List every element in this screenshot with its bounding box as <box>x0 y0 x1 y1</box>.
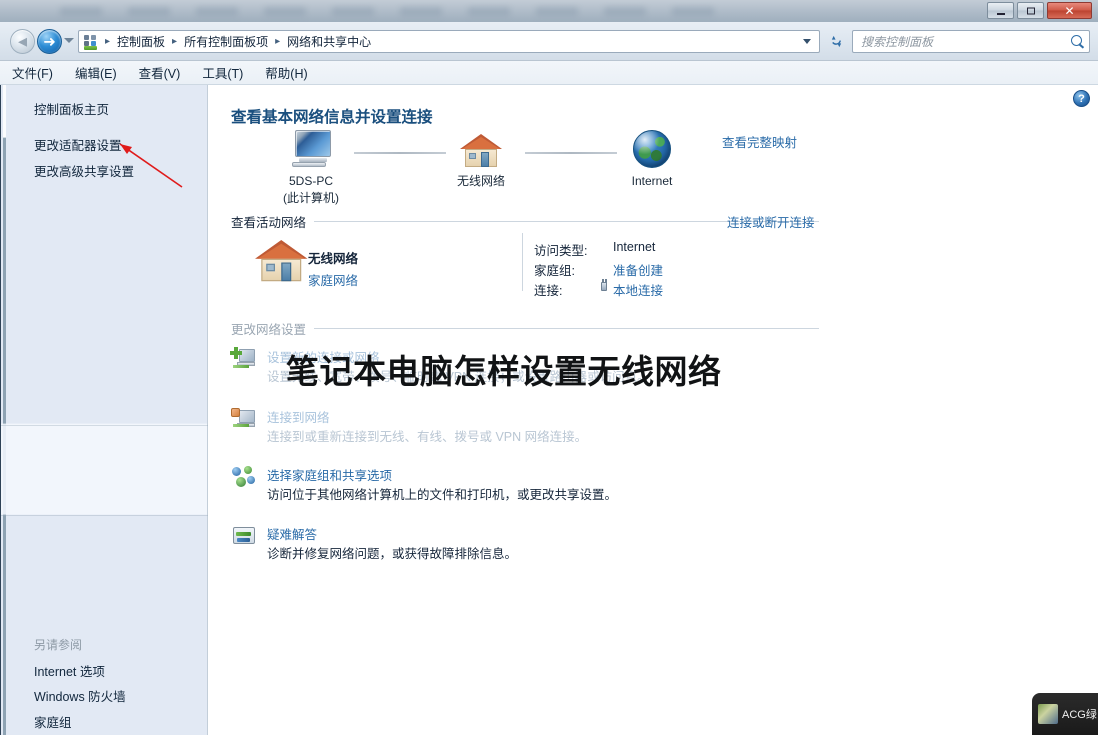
refresh-button[interactable] <box>824 30 848 53</box>
troubleshoot-icon <box>231 524 257 548</box>
map-node-sublabel: (此计算机) <box>283 191 339 206</box>
sidebar-item-windows-firewall[interactable]: Windows 防火墙 <box>34 686 126 705</box>
menu-item-edit[interactable]: 编辑(E) <box>75 63 117 82</box>
menu-item-view[interactable]: 查看(V) <box>139 63 181 82</box>
breadcrumb-item-1[interactable]: 所有控制面板项 <box>180 31 272 52</box>
detail-label-homegroup: 家庭组: <box>534 264 575 278</box>
map-node-label: 无线网络 <box>456 174 505 188</box>
breadcrumb-separator: ▸ <box>275 36 281 47</box>
change-settings-header: 更改网络设置 <box>231 319 819 338</box>
close-icon: ✕ <box>1064 3 1075 18</box>
history-dropdown-icon[interactable] <box>64 38 74 43</box>
close-button[interactable]: ✕ <box>1047 2 1092 19</box>
menu-item-help[interactable]: 帮助(H) <box>265 63 307 82</box>
menu-item-file[interactable]: 文件(F) <box>12 63 53 82</box>
search-input[interactable]: 搜索控制面板 <box>852 30 1090 53</box>
active-networks-title: 查看活动网络 <box>231 216 307 230</box>
map-node-label: Internet <box>631 174 673 188</box>
breadcrumb[interactable]: ▸ 控制面板 ▸ 所有控制面板项 ▸ 网络和共享中心 <box>78 30 820 53</box>
active-network-name: 无线网络 <box>308 252 359 266</box>
back-button[interactable]: ◄ <box>10 29 35 54</box>
sidebar-item-control-panel-home[interactable]: 控制面板主页 <box>34 99 109 118</box>
task-link[interactable]: 连接到网络 <box>267 407 330 426</box>
map-node-label: 5DS-PC <box>288 174 333 188</box>
detail-label-connections: 连接: <box>534 284 563 298</box>
breadcrumb-separator: ▸ <box>105 36 111 47</box>
details-divider <box>522 233 523 291</box>
detail-value-local-connection-link[interactable]: 本地连接 <box>613 280 663 299</box>
new-connection-icon <box>230 347 257 371</box>
connect-network-icon <box>231 407 257 431</box>
breadcrumb-separator: ▸ <box>172 36 178 47</box>
map-node-internet[interactable]: Internet <box>592 130 712 189</box>
navigation-bar: ◄ ➜ ▸ 控制面板 ▸ 所有控制面板项 ▸ 网络和共享中心 搜索控制面板 <box>0 22 1098 61</box>
view-full-map-link[interactable]: 查看完整映射 <box>722 132 797 151</box>
plug-icon <box>599 279 609 293</box>
maximize-button[interactable] <box>1017 2 1044 19</box>
active-network-icon-wrap <box>249 235 308 283</box>
breadcrumb-item-0[interactable]: 控制面板 <box>113 31 169 52</box>
browser-chrome-strip: ✕ <box>0 0 1098 22</box>
help-icon[interactable]: ? <box>1073 90 1090 107</box>
watermark-text: ACG绿 <box>1062 709 1097 721</box>
see-also-header: 另请参阅 <box>34 638 83 652</box>
globe-icon <box>633 130 671 168</box>
breadcrumb-item-2[interactable]: 网络和共享中心 <box>283 31 375 52</box>
chevron-down-icon[interactable] <box>803 39 811 44</box>
app-window: ✕ ◄ ➜ ▸ 控制面板 ▸ 所有控制面板项 ▸ 网络和共享中心 搜索控制面板 … <box>0 0 1098 735</box>
task-link[interactable]: 疑难解答 <box>267 524 317 543</box>
homegroup-icon <box>231 465 257 489</box>
detail-label-access-type: 访问类型: <box>534 244 588 258</box>
detail-value-access-type: Internet <box>613 240 656 254</box>
blurred-tabs <box>60 2 920 20</box>
sidebar-item-homegroup[interactable]: 家庭组 <box>34 712 72 731</box>
red-arrow-icon <box>119 143 183 188</box>
change-settings-title: 更改网络设置 <box>231 323 307 337</box>
task-description: 访问位于其他网络计算机上的文件和打印机，或更改共享设置。 <box>267 488 618 502</box>
sidebar-item-internet-options[interactable]: Internet 选项 <box>34 661 105 680</box>
search-placeholder: 搜索控制面板 <box>861 35 934 49</box>
forward-arrow-icon: ➜ <box>43 33 56 50</box>
map-node-wireless[interactable]: 无线网络 <box>421 130 541 189</box>
computer-icon <box>290 130 332 168</box>
detail-value-homegroup-link[interactable]: 准备创建 <box>613 260 663 279</box>
forward-button[interactable]: ➜ <box>37 29 62 54</box>
refresh-icon <box>831 35 841 48</box>
page-title: 查看基本网络信息并设置连接 <box>231 109 433 126</box>
menu-item-tools[interactable]: 工具(T) <box>202 63 243 82</box>
task-link[interactable]: 选择家庭组和共享选项 <box>267 465 392 484</box>
map-node-computer[interactable]: 5DS-PC (此计算机) <box>251 130 371 206</box>
connect-disconnect-link[interactable]: 连接或断开连接 <box>727 212 815 231</box>
window-controls[interactable]: ✕ <box>987 2 1092 19</box>
watermark-logo-icon <box>1038 704 1058 724</box>
task-description: 连接到或重新连接到无线、有线、拨号或 VPN 网络连接。 <box>267 430 588 444</box>
house-icon <box>460 130 502 168</box>
house-icon <box>255 235 308 283</box>
minimize-button[interactable] <box>987 2 1014 19</box>
overlay-caption: 笔记本电脑怎样设置无线网络 <box>286 352 722 391</box>
main-content: ? 查看基本网络信息并设置连接 5DS-PC (此计算机) 无线网络 Inter… <box>209 85 1098 735</box>
back-arrow-icon: ◄ <box>15 33 30 50</box>
control-panel-icon <box>83 34 100 50</box>
menu-bar: 文件(F) 编辑(E) 查看(V) 工具(T) 帮助(H) <box>0 61 1098 85</box>
active-network-type-link[interactable]: 家庭网络 <box>308 270 358 289</box>
watermark: ACG绿 <box>1032 693 1098 735</box>
task-description: 诊断并修复网络问题，或获得故障排除信息。 <box>267 547 518 561</box>
search-icon <box>1071 34 1085 49</box>
